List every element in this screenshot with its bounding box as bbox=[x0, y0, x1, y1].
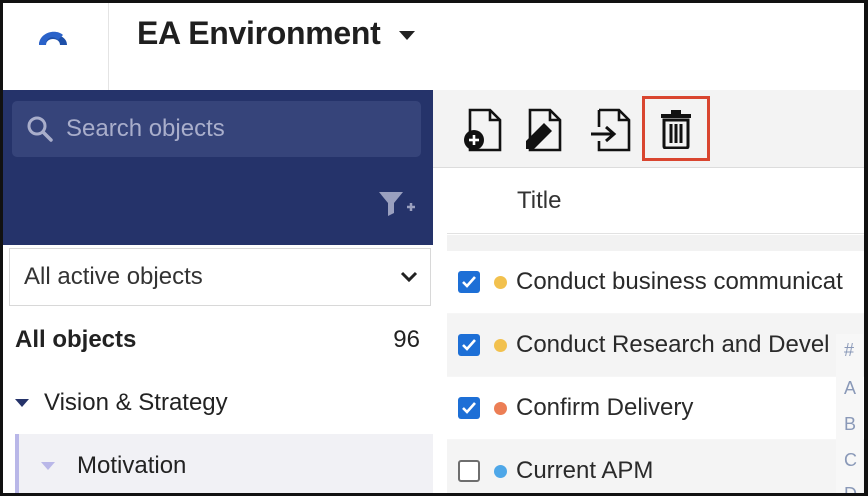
alpha-index-letter[interactable]: B bbox=[844, 414, 856, 435]
file-edit-icon bbox=[526, 108, 562, 152]
environment-title: EA Environment bbox=[137, 15, 381, 51]
search-input[interactable] bbox=[66, 115, 406, 143]
search-box[interactable] bbox=[12, 101, 421, 157]
checkmark-icon bbox=[462, 276, 476, 288]
chevron-down-icon bbox=[400, 271, 418, 283]
filter-add-icon[interactable] bbox=[377, 189, 417, 219]
column-title-header[interactable]: Title bbox=[517, 187, 561, 215]
checkbox-checked[interactable] bbox=[458, 397, 480, 419]
toolbar bbox=[433, 90, 864, 168]
checkbox-checked[interactable] bbox=[458, 334, 480, 356]
divider bbox=[447, 233, 864, 234]
scope-select-value: All active objects bbox=[24, 263, 203, 290]
tree-item-label: Vision & Strategy bbox=[44, 388, 228, 416]
list-item[interactable]: Confirm Delivery bbox=[447, 377, 864, 440]
tree-item-vision-strategy[interactable]: Vision & Strategy bbox=[3, 371, 433, 434]
sidebar-search-panel bbox=[3, 90, 433, 245]
caret-down-icon bbox=[398, 31, 415, 40]
app-window: EA Environment All active objects All ob… bbox=[0, 0, 868, 496]
expand-triangle-icon[interactable] bbox=[15, 398, 29, 407]
move-object-button[interactable] bbox=[588, 106, 634, 154]
expand-triangle-icon[interactable] bbox=[41, 461, 55, 470]
file-move-icon bbox=[591, 108, 631, 152]
list-item-title: Current APM bbox=[516, 457, 654, 484]
alpha-index-letter[interactable]: # bbox=[844, 340, 854, 361]
status-dot bbox=[494, 464, 507, 478]
list-item[interactable]: Conduct business communicat bbox=[447, 251, 864, 314]
alpha-index-letter[interactable]: C bbox=[844, 450, 857, 471]
tree-item-motivation[interactable]: Motivation bbox=[15, 434, 433, 493]
logo[interactable] bbox=[3, 3, 109, 90]
table-header: Title bbox=[433, 168, 864, 234]
alphabet-index: # A B C D bbox=[836, 334, 863, 493]
delete-object-button[interactable] bbox=[642, 96, 710, 161]
tree-item-all-objects[interactable]: All objects 96 bbox=[3, 308, 433, 371]
list-item-title: Confirm Delivery bbox=[516, 394, 694, 421]
status-dot bbox=[494, 401, 507, 415]
checkbox-unchecked[interactable] bbox=[458, 460, 480, 482]
alpha-index-letter[interactable]: D bbox=[844, 484, 857, 493]
edit-object-button[interactable] bbox=[521, 106, 567, 154]
all-objects-label: All objects bbox=[15, 325, 137, 353]
list-item[interactable]: Conduct Research and Devel bbox=[447, 314, 864, 377]
list-item[interactable]: Current APM bbox=[447, 440, 864, 493]
status-dot bbox=[494, 275, 507, 289]
trash-icon bbox=[661, 109, 691, 149]
checkmark-icon bbox=[462, 339, 476, 351]
new-object-button[interactable] bbox=[461, 106, 507, 154]
object-scope-select[interactable]: All active objects bbox=[9, 248, 431, 306]
tree-item-label: Motivation bbox=[77, 451, 187, 479]
divider bbox=[447, 235, 864, 251]
arc-logo-icon bbox=[39, 31, 67, 45]
header: EA Environment bbox=[3, 3, 864, 90]
file-add-icon bbox=[464, 108, 502, 152]
checkbox-checked[interactable] bbox=[458, 271, 480, 293]
search-icon bbox=[27, 116, 53, 142]
list-item-title: Conduct Research and Devel bbox=[516, 331, 830, 358]
checkmark-icon bbox=[462, 402, 476, 414]
status-dot bbox=[494, 338, 507, 352]
alpha-index-letter[interactable]: A bbox=[844, 378, 856, 399]
environment-selector[interactable]: EA Environment bbox=[137, 15, 415, 52]
all-objects-count: 96 bbox=[393, 325, 420, 353]
list-item-title: Conduct business communicat bbox=[516, 268, 843, 295]
